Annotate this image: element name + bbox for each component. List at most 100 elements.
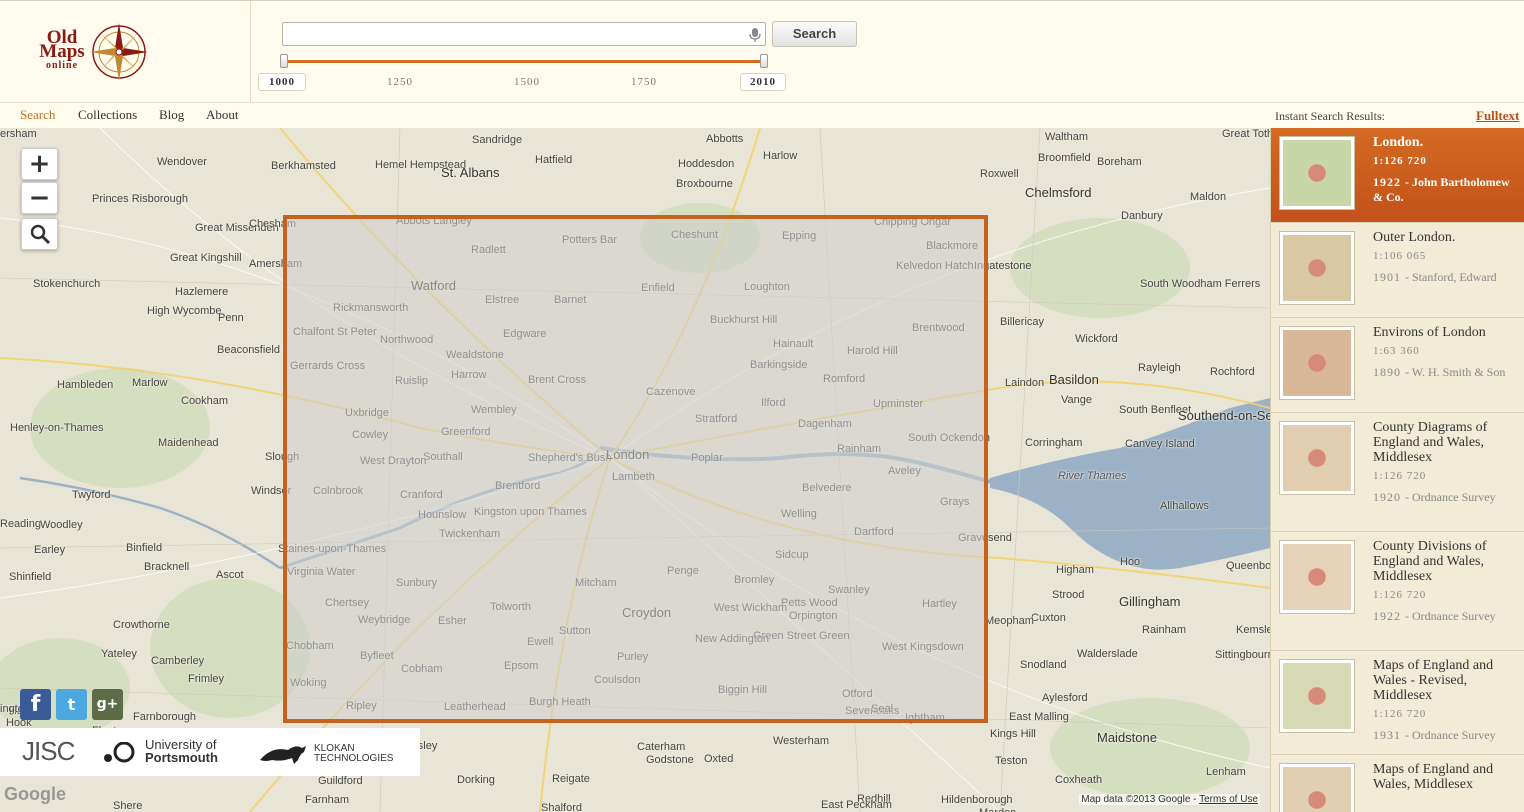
place-label: Stokenchurch [33, 278, 101, 290]
nav-item-about[interactable]: About [206, 107, 239, 123]
place-label: Chelmsford [1025, 185, 1092, 200]
result-scale: 1:63 360 [1373, 345, 1420, 357]
search-button[interactable]: Search [772, 21, 857, 47]
zoom-out-button[interactable]: − [21, 182, 58, 214]
result-item[interactable]: County Diagrams of England and Wales, Mi… [1271, 413, 1524, 532]
result-title[interactable]: County Diagrams of England and Wales, Mi… [1373, 420, 1521, 465]
result-item[interactable]: Maps of England and Wales, Middlesex1:12… [1271, 755, 1524, 812]
place-label: Hildenborough [941, 794, 1013, 806]
timeline-start-year[interactable]: 1000 [258, 73, 306, 91]
place-label: Bracknell [144, 561, 190, 573]
place-label: Laindon [1005, 377, 1045, 389]
nav-item-search[interactable]: Search [20, 107, 55, 123]
search-input[interactable] [282, 22, 766, 46]
place-label: Shere [113, 800, 143, 812]
timeline-end-handle[interactable] [760, 54, 768, 68]
terms-of-use-link[interactable]: Terms of Use [1199, 794, 1258, 805]
header-divider [250, 1, 251, 103]
place-label: Vange [1061, 394, 1092, 406]
result-scale: 1:126 720 [1373, 589, 1427, 601]
result-item[interactable]: London. 1:126 720 1922- John Bartholomew &… [1271, 128, 1524, 223]
google-plus-icon[interactable]: g+ [92, 689, 123, 720]
place-label: Henley-on-Thames [10, 422, 104, 434]
place-label: Abbotts [706, 133, 744, 145]
map-thumbnail-image [1283, 140, 1351, 206]
result-meta: 1922- John Bartholomew & Co. [1373, 175, 1521, 205]
fulltext-link[interactable]: Fulltext [1476, 108, 1519, 124]
facebook-icon[interactable]: f [20, 689, 51, 720]
result-scale: 1:126 720 [1373, 470, 1427, 482]
place-label: Hambleden [57, 379, 114, 391]
site-logo[interactable]: Old Maps online [22, 15, 152, 87]
university-portsmouth-logo[interactable]: University of Portsmouth [145, 738, 218, 764]
place-label: Reading [0, 518, 41, 530]
place-label: Yateley [101, 648, 137, 660]
map-thumbnail[interactable] [1279, 540, 1355, 614]
search-area-rectangle[interactable] [283, 215, 988, 723]
nav-item-blog[interactable]: Blog [159, 107, 184, 123]
main-nav: Search Collections Blog About Instant Se… [0, 102, 1524, 128]
result-item[interactable]: Outer London. 1:106 065 1901 - Stanford, Ed… [1271, 223, 1524, 318]
instant-search-results: London. 1:126 720 1922- John Bartholomew &… [1270, 128, 1524, 812]
result-title[interactable]: County Divisions of England and Wales, M… [1373, 539, 1521, 584]
place-label: Farnborough [133, 711, 196, 723]
map-thumbnail-image [1283, 235, 1351, 301]
magnifier-button[interactable] [21, 218, 58, 250]
result-item[interactable]: Environs of London 1:63 360 1890 - W. H. Sm… [1271, 318, 1524, 413]
place-label: Sittingbourne [1215, 649, 1270, 661]
place-label: Higham [1056, 564, 1094, 576]
place-label: Marden [979, 807, 1016, 812]
timeline-end-year[interactable]: 2010 [740, 73, 786, 91]
result-title[interactable]: Maps of England and Wales, Middlesex [1373, 762, 1521, 792]
place-label: Basildon [1049, 372, 1099, 387]
partner-logos: JISC University of Portsmouth KLOKAN TEC… [0, 728, 420, 776]
place-label: Maldon [1190, 191, 1227, 203]
timeline-slider-track[interactable] [284, 60, 765, 63]
map-thumbnail-image [1283, 425, 1351, 491]
place-label: Godstone [646, 754, 694, 766]
place-label: Sandridge [472, 134, 523, 146]
place-label: Billericay [1000, 316, 1045, 328]
map-canvas[interactable]: Sandridge Abbotts Waltham Great Totham Wendo… [0, 128, 1270, 812]
zoom-in-button[interactable]: + [21, 148, 58, 180]
twitter-icon[interactable]: t [56, 689, 87, 720]
result-title[interactable]: London. [1373, 135, 1521, 150]
place-label: Hazlemere [175, 286, 229, 298]
result-year: 1890 [1373, 365, 1401, 379]
map-data-text: Map data ©2013 Google - [1081, 794, 1200, 805]
klokan-logo[interactable]: KLOKAN TECHNOLOGIES [314, 744, 393, 764]
map-thumbnail[interactable] [1279, 763, 1355, 812]
result-author: - Ordnance Survey [1405, 609, 1496, 623]
result-year: 1922 [1373, 175, 1401, 189]
place-label: East Peckham [821, 799, 892, 811]
place-label: Kings Hill [990, 728, 1036, 740]
map-thumbnail[interactable] [1279, 136, 1355, 210]
nav-item-collections[interactable]: Collections [78, 107, 137, 123]
place-label: Kemsley [1236, 624, 1270, 636]
map-thumbnail[interactable] [1279, 231, 1355, 305]
microphone-icon[interactable] [748, 27, 762, 43]
place-label: Cookham [181, 395, 229, 407]
place-label: Westerham [773, 735, 830, 747]
place-label: Beaconsfield [217, 344, 280, 356]
place-label: Walderslade [1077, 648, 1138, 660]
result-title[interactable]: Outer London. [1373, 230, 1521, 245]
map-thumbnail[interactable] [1279, 326, 1355, 400]
place-label: Great Kingshill [170, 252, 242, 264]
result-item[interactable]: Maps of England and Wales - Revised, Mid… [1271, 651, 1524, 755]
map-thumbnail[interactable] [1279, 659, 1355, 733]
result-meta: 1922 - Ordnance Survey [1373, 609, 1521, 624]
result-meta: 1931 - Ordnance Survey [1373, 728, 1521, 743]
map-thumbnail[interactable] [1279, 421, 1355, 495]
place-label: Strood [1052, 589, 1085, 601]
place-label: South Woodham Ferrers [1140, 278, 1261, 290]
result-item[interactable]: County Divisions of England and Wales, M… [1271, 532, 1524, 651]
result-title[interactable]: Environs of London [1373, 325, 1521, 340]
jisc-logo[interactable]: JISC [22, 736, 75, 767]
place-label: Maidstone [1097, 730, 1157, 745]
timeline-tick: 1500 [514, 76, 540, 88]
result-title[interactable]: Maps of England and Wales - Revised, Mid… [1373, 658, 1521, 703]
timeline-start-handle[interactable] [280, 54, 288, 68]
place-label: Canvey Island [1125, 438, 1195, 450]
place-label: Princes Risborough [92, 193, 188, 205]
